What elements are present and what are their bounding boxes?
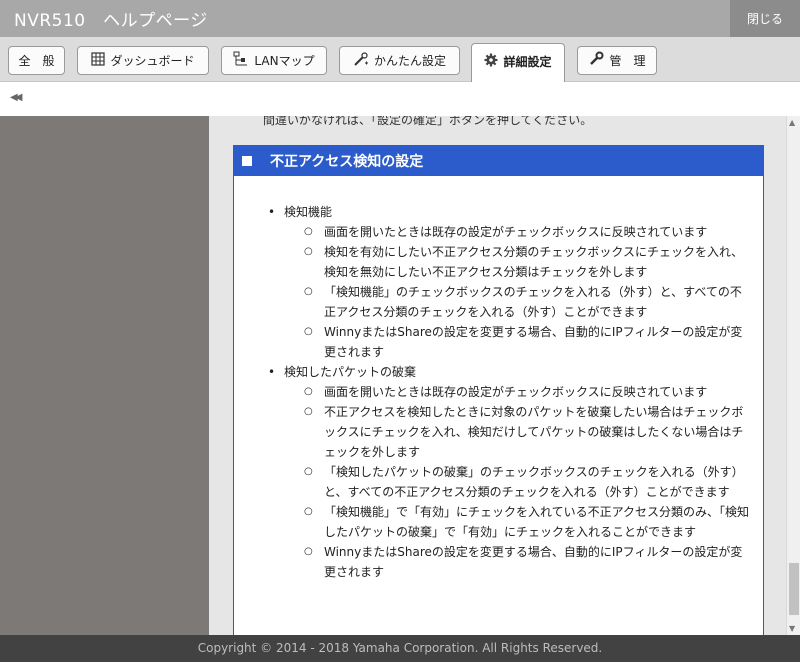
- help-content: 間違いがなければ、「設定の確定」ボタンを押してください。 不正アクセス検知の設定…: [209, 116, 800, 635]
- gear-icon: [484, 53, 498, 70]
- list-item: 「検知機能」で「有効」にチェックを入れている不正アクセス分類のみ、「検知したパケ…: [304, 502, 751, 542]
- list-item: 画面を開いたときは既存の設定がチェックボックスに反映されています: [304, 382, 751, 402]
- wrench-icon: [588, 51, 604, 70]
- tab-advanced-settings[interactable]: 詳細設定: [471, 43, 565, 83]
- previous-instruction-text: 間違いがなければ、「設定の確定」ボタンを押してください。: [263, 116, 593, 127]
- list-heading: 検知したパケットの破棄: [284, 365, 417, 379]
- tab-label: 管 理: [609, 54, 646, 68]
- list-item: WinnyまたはShareの設定を変更する場合、自動的にIPフィルターの設定が変…: [304, 322, 751, 362]
- toolbar: ◀◀: [0, 82, 800, 116]
- sidebar: [0, 116, 209, 635]
- list-item: 「検知機能」のチェックボックスのチェックを入れる（外す）と、すべての不正アクセス…: [304, 282, 751, 322]
- tab-label: 詳細設定: [503, 55, 552, 69]
- list-item: 不正アクセスを検知したときに対象のパケットを破棄したい場合はチェックボックスにチ…: [304, 402, 751, 462]
- section-title: 不正アクセス検知の設定: [270, 154, 424, 170]
- tab-general[interactable]: 全 般: [8, 46, 65, 75]
- list-item: 検知を有効にしたい不正アクセス分類のチェックボックスにチェックを入れ、検知を無効…: [304, 242, 751, 282]
- tab-label: LANマップ: [254, 54, 315, 68]
- list-item: 「検知したパケットの破棄」のチェックボックスのチェックを入れる（外す）と、すべて…: [304, 462, 751, 502]
- wizard-icon: [353, 51, 369, 70]
- content-scrollbar[interactable]: ▲ ▼: [786, 116, 800, 635]
- collapse-sidebar-icon[interactable]: ◀◀: [10, 92, 23, 103]
- list-item: 検知したパケットの破棄 画面を開いたときは既存の設定がチェックボックスに反映され…: [264, 362, 751, 582]
- tab-label: ダッシュボード: [110, 54, 195, 68]
- close-button[interactable]: 閉じる: [730, 0, 800, 37]
- scroll-up-icon[interactable]: ▲: [789, 118, 795, 127]
- list-heading: 検知機能: [284, 205, 333, 219]
- window-title: NVR510 ヘルプページ: [14, 11, 208, 31]
- scroll-down-icon[interactable]: ▼: [789, 624, 795, 633]
- tab-dashboard[interactable]: ダッシュボード: [77, 46, 209, 75]
- square-bullet-icon: [242, 156, 252, 166]
- list-item: 画面を開いたときは既存の設定がチェックボックスに反映されています: [304, 222, 751, 242]
- footer: Copyright © 2014 - 2018 Yamaha Corporati…: [0, 635, 800, 662]
- tab-label: 全 般: [18, 54, 55, 68]
- title-bar: NVR510 ヘルプページ 閉じる: [0, 0, 800, 37]
- tab-bar: 全 般 ダッシュボード LANマップ かんたん設定 詳細設定 管 理: [0, 37, 800, 83]
- scrollbar-thumb[interactable]: [789, 563, 799, 615]
- list-item: 検知機能 画面を開いたときは既存の設定がチェックボックスに反映されています 検知…: [264, 202, 751, 362]
- lan-map-icon: [233, 51, 249, 70]
- section-panel: 不正アクセス検知の設定 検知機能 画面を開いたときは既存の設定がチェックボックス…: [233, 145, 764, 635]
- tab-lan-map[interactable]: LANマップ: [221, 46, 327, 75]
- dashboard-grid-icon: [91, 52, 106, 69]
- list-item: WinnyまたはShareの設定を変更する場合、自動的にIPフィルターの設定が変…: [304, 542, 751, 582]
- copyright-text: Copyright © 2014 - 2018 Yamaha Corporati…: [197, 641, 603, 655]
- tab-easy-setup[interactable]: かんたん設定: [339, 46, 460, 75]
- section-header: 不正アクセス検知の設定: [234, 146, 763, 176]
- section-body: 検知機能 画面を開いたときは既存の設定がチェックボックスに反映されています 検知…: [234, 176, 763, 582]
- tab-management[interactable]: 管 理: [577, 46, 657, 75]
- tab-label: かんたん設定: [373, 54, 446, 68]
